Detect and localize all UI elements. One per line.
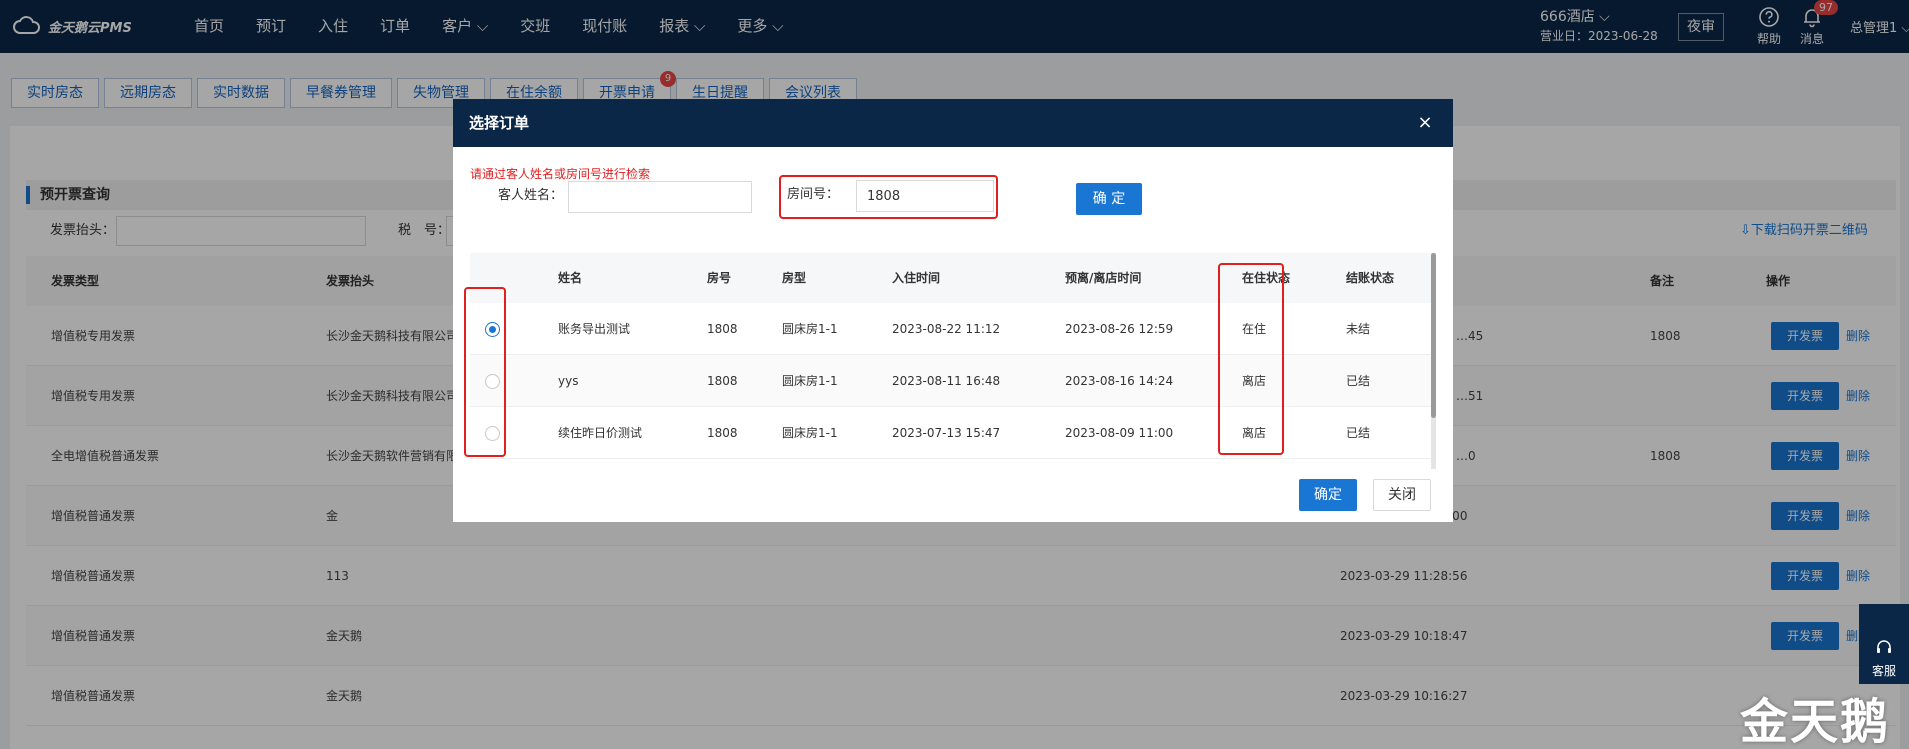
- guest-name: yys: [558, 374, 579, 388]
- dialog-confirm-button[interactable]: 确定: [1299, 479, 1357, 511]
- checkin-time: 2023-08-11 16:48: [892, 374, 1001, 388]
- guest-name: 续住昨日价测试: [558, 426, 643, 440]
- guest-name: 账务导出测试: [558, 322, 631, 336]
- checkout-time: 2023-08-16 14:24: [1065, 374, 1174, 388]
- close-icon[interactable]: ×: [1413, 111, 1437, 135]
- brand-watermark: 金天鹅: [1740, 694, 1891, 749]
- room-number-label: 房间号：: [787, 187, 840, 202]
- room-number: 1808: [707, 374, 738, 388]
- col-room-number: 房号: [707, 271, 732, 285]
- room-number: 1808: [707, 322, 738, 336]
- order-row[interactable]: yys 1808 圆床房1-1 2023-08-11 16:48 2023-08…: [470, 355, 1436, 407]
- guest-name-input[interactable]: [568, 181, 752, 213]
- checkout-time: 2023-08-26 12:59: [1065, 322, 1174, 336]
- order-table-header: 姓名 房号 房型 入住时间 预离/离店时间 在住状态 结账状态: [470, 253, 1436, 303]
- order-table-scrollbar[interactable]: [1431, 253, 1436, 469]
- settle-status: 已结: [1346, 374, 1371, 388]
- guest-name-label: 客人姓名：: [498, 188, 564, 203]
- room-number-input[interactable]: [856, 180, 994, 212]
- search-confirm-button[interactable]: 确 定: [1076, 183, 1142, 215]
- room-type: 圆床房1-1: [782, 322, 838, 336]
- settle-status: 已结: [1346, 426, 1371, 440]
- col-room-type: 房型: [782, 271, 807, 285]
- customer-service-button[interactable]: 客服: [1859, 604, 1909, 684]
- order-row[interactable]: 账务导出测试 1808 圆床房1-1 2023-08-22 11:12 2023…: [470, 303, 1436, 355]
- checkin-time: 2023-07-13 15:47: [892, 426, 1001, 440]
- checkin-time: 2023-08-22 11:12: [892, 322, 1001, 336]
- scrollbar-thumb[interactable]: [1431, 253, 1436, 418]
- dialog-close-button[interactable]: 关闭: [1373, 479, 1431, 511]
- highlight-radio-column: [464, 287, 506, 457]
- headset-icon: [1877, 640, 1891, 653]
- room-type: 圆床房1-1: [782, 374, 838, 388]
- col-checkin-time: 入住时间: [892, 271, 941, 285]
- dialog-title: 选择订单: [469, 114, 530, 132]
- settle-status: 未结: [1346, 322, 1371, 336]
- checkout-time: 2023-08-09 11:00: [1065, 426, 1174, 440]
- select-order-dialog: 选择订单 × 请通过客人姓名或房间号进行检索 客人姓名： 房间号： 确 定 姓名…: [453, 99, 1453, 522]
- search-hint: 请通过客人姓名或房间号进行检索: [470, 167, 651, 181]
- order-table: 姓名 房号 房型 入住时间 预离/离店时间 在住状态 结账状态 账务导出测试 1…: [470, 253, 1436, 469]
- highlight-stay-status-column: [1218, 263, 1284, 455]
- room-type: 圆床房1-1: [782, 426, 838, 440]
- col-checkout-time: 预离/离店时间: [1065, 271, 1142, 285]
- order-row[interactable]: 续住昨日价测试 1808 圆床房1-1 2023-07-13 15:47 202…: [470, 407, 1436, 459]
- room-number: 1808: [707, 426, 738, 440]
- col-settle-status: 结账状态: [1346, 271, 1395, 285]
- dialog-header: 选择订单 ×: [453, 99, 1453, 147]
- service-label: 客服: [1871, 664, 1896, 678]
- col-name: 姓名: [558, 271, 583, 285]
